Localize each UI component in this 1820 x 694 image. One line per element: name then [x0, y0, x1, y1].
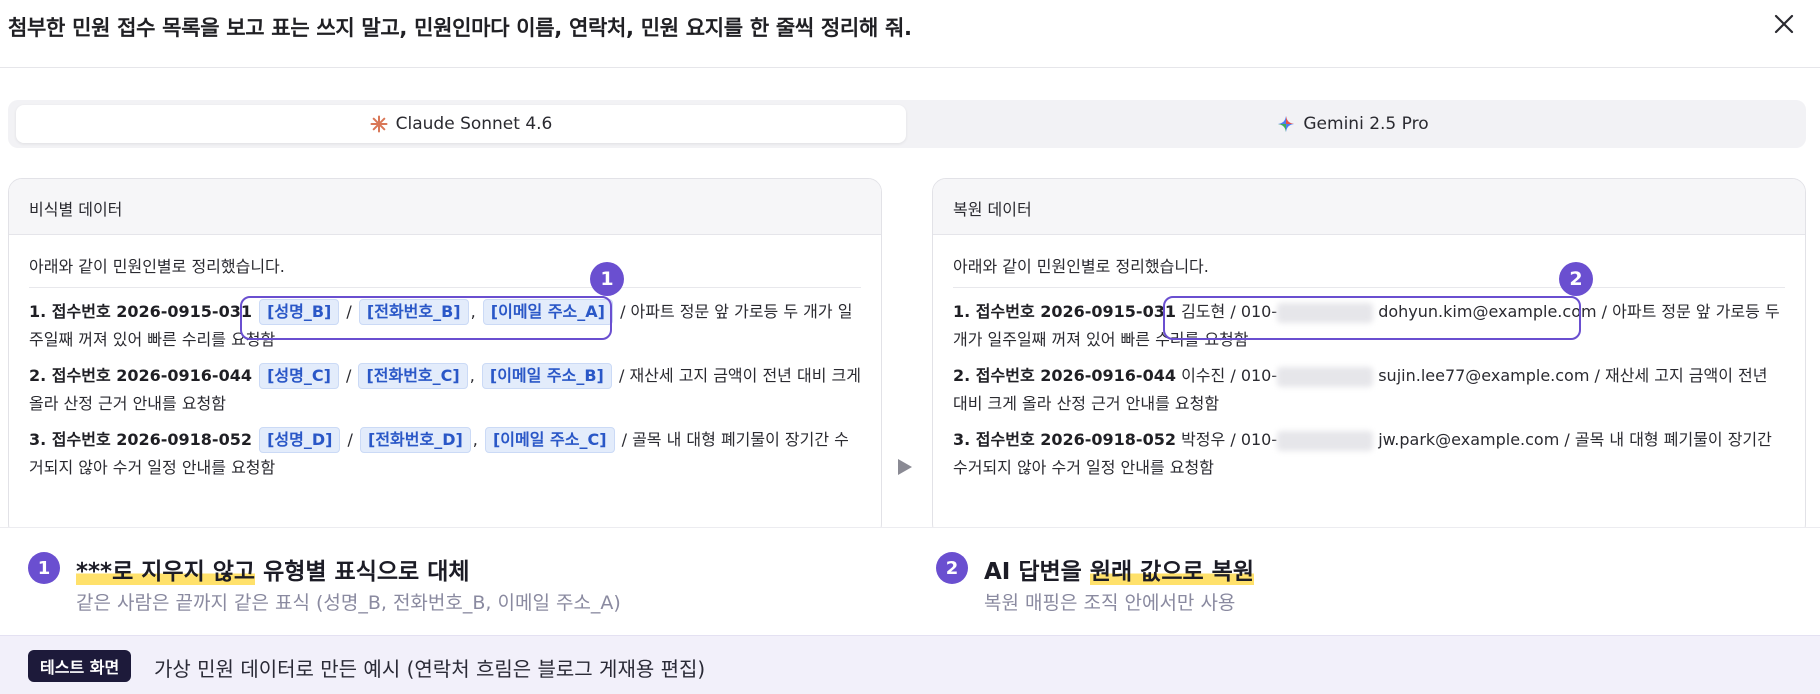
- receipt-number: 3. 접수번호 2026-0918-052: [29, 430, 252, 449]
- list-item: 3. 접수번호 2026-0918-052 박정우 / 010- jw.park…: [953, 430, 1772, 477]
- footer-note: 가상 민원 데이터로 만든 예시 (연락처 흐림은 블로그 게재용 편집): [154, 657, 706, 681]
- panel-title: 비식별 데이터: [9, 179, 881, 235]
- intro-text: 아래와 같이 민원인별로 정리했습니다.: [953, 253, 1785, 288]
- blurred-phone: [1277, 430, 1374, 451]
- callout-badge-1: 1: [28, 552, 60, 584]
- person-name: 박정우: [1181, 430, 1226, 449]
- email-address: jw.park@example.com: [1378, 430, 1560, 449]
- step-badge-2: 2: [1559, 262, 1593, 296]
- receipt-number: 1. 접수번호 2026-0915-031: [29, 302, 252, 321]
- email-token: [이메일 주소_C]: [484, 427, 615, 453]
- panel-title: 복원 데이터: [933, 179, 1805, 235]
- model-selector: Claude Sonnet 4.6 Gemini 2.5 Pro: [8, 100, 1806, 148]
- callout-2: 2 AI 답변을 원래 값으로 복원 복원 매핑은 조직 안에서만 사용: [936, 552, 1254, 614]
- callout-title-1: ***로 지우지 않고 유형별 표식으로 대체: [76, 559, 470, 585]
- prompt-text: 첨부한 민원 접수 목록을 보고 표는 쓰지 말고, 민원인마다 이름, 연락처…: [8, 16, 912, 40]
- name-token: [성명_C]: [259, 363, 339, 389]
- receipt-number: 2. 접수번호 2026-0916-044: [953, 366, 1176, 385]
- play-arrow-icon: [898, 459, 912, 475]
- blurred-phone: [1277, 366, 1374, 387]
- phone-prefix: 010-: [1240, 366, 1278, 385]
- email-address: sujin.lee77@example.com: [1378, 366, 1590, 385]
- callout-1: 1 ***로 지우지 않고 유형별 표식으로 대체 같은 사람은 끝까지 같은 …: [28, 552, 621, 614]
- person-name: 이수진: [1181, 366, 1226, 385]
- deidentified-panel: 비식별 데이터 아래와 같이 민원인별로 정리했습니다. 1. 접수번호 202…: [8, 178, 882, 538]
- list-item: 2. 접수번호 2026-0916-044 [성명_C] / [전화번호_C],…: [29, 362, 861, 418]
- receipt-number: 3. 접수번호 2026-0918-052: [953, 430, 1176, 449]
- step-badge-1: 1: [590, 262, 624, 296]
- receipt-number: 2. 접수번호 2026-0916-044: [29, 366, 252, 385]
- tab-gemini[interactable]: Gemini 2.5 Pro: [908, 105, 1798, 143]
- footer-bar: 테스트 화면 가상 민원 데이터로 만든 예시 (연락처 흐림은 블로그 게재용…: [0, 635, 1820, 694]
- prompt-header: 첨부한 민원 접수 목록을 보고 표는 쓰지 말고, 민원인마다 이름, 연락처…: [0, 0, 1820, 68]
- tab-claude[interactable]: Claude Sonnet 4.6: [16, 105, 906, 143]
- name-token: [성명_D]: [259, 427, 341, 453]
- email-token: [이메일 주소_B]: [481, 363, 612, 389]
- tab-gemini-label: Gemini 2.5 Pro: [1303, 114, 1429, 134]
- list-item: 2. 접수번호 2026-0916-044 이수진 / 010- sujin.l…: [953, 366, 1768, 413]
- callout-sub-1: 같은 사람은 끝까지 같은 표식 (성명_B, 전화번호_B, 이메일 주소_A…: [76, 592, 621, 614]
- phone-token: [전화번호_D]: [360, 427, 471, 453]
- intro-text: 아래와 같이 민원인별로 정리했습니다.: [29, 253, 861, 288]
- phone-token: [전화번호_C]: [358, 363, 468, 389]
- callout-badge-2: 2: [936, 552, 968, 584]
- highlight-box-1: [240, 296, 612, 340]
- claude-sparkle-icon: [370, 115, 388, 133]
- callout-legend: 1 ***로 지우지 않고 유형별 표식으로 대체 같은 사람은 끝까지 같은 …: [0, 527, 1820, 635]
- restored-panel: 복원 데이터 아래와 같이 민원인별로 정리했습니다. 1. 접수번호 2026…: [932, 178, 1806, 538]
- receipt-number: 1. 접수번호 2026-0915-031: [953, 302, 1176, 321]
- gemini-star-icon: [1278, 116, 1295, 132]
- callout-sub-2: 복원 매핑은 조직 안에서만 사용: [984, 592, 1236, 614]
- callout-title-2: AI 답변을 원래 값으로 복원: [984, 559, 1254, 585]
- test-screen-tag: 테스트 화면: [28, 650, 132, 682]
- highlight-box-2: [1163, 296, 1581, 340]
- list-item: 3. 접수번호 2026-0918-052 [성명_D] / [전화번호_D],…: [29, 426, 861, 482]
- tab-claude-label: Claude Sonnet 4.6: [395, 114, 553, 134]
- close-icon[interactable]: [1772, 12, 1796, 36]
- phone-prefix: 010-: [1240, 430, 1278, 449]
